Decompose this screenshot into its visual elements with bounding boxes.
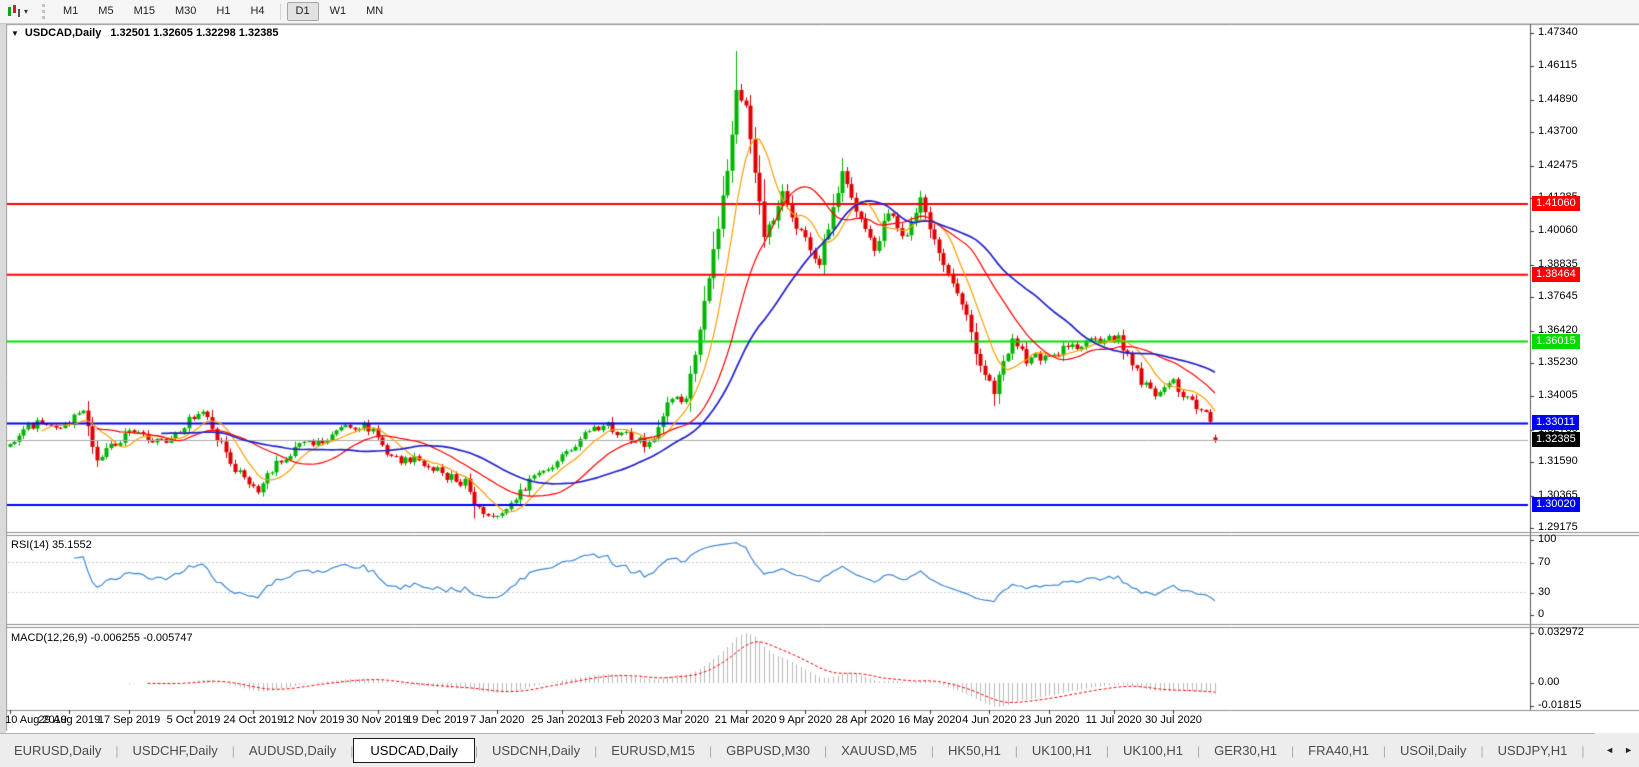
tab-eurusd-m15[interactable]: EURUSD,M15 xyxy=(597,739,709,762)
timeframe-button-h1[interactable]: H1 xyxy=(207,2,239,21)
symbol-tab-bar: EURUSD,Daily | USDCHF,Daily | AUDUSD,Daily | U… xyxy=(0,733,1639,767)
trading-terminal: { "toolbar": { "chart_icon": "candlestic… xyxy=(0,0,1639,767)
collapse-triangle-icon[interactable]: ▼ xyxy=(11,29,19,38)
tab-usoil-daily[interactable]: USOil,Daily xyxy=(1386,739,1480,762)
tabs-scroll-left-icon[interactable]: ◄ xyxy=(1605,745,1614,755)
candlestick-chart-icon[interactable] xyxy=(6,5,21,18)
chart-ohlc-values: 1.32501 1.32605 1.32298 1.32385 xyxy=(110,27,279,39)
toolbar-grip[interactable] xyxy=(42,4,46,19)
tab-usdjpy-h1[interactable]: USDJPY,H1 xyxy=(1484,739,1582,762)
timeframe-button-d1[interactable]: D1 xyxy=(286,2,319,21)
tab-fra40-h1[interactable]: FRA40,H1 xyxy=(1294,739,1383,762)
tab-gbpusd-m30[interactable]: GBPUSD,M30 xyxy=(712,739,824,762)
tabs-scroll-right-icon[interactable]: ► xyxy=(1624,745,1633,755)
timeframe-button-h4[interactable]: H4 xyxy=(241,2,273,21)
macd-indicator-label: MACD(12,26,9) -0.006255 -0.005747 xyxy=(11,632,193,644)
chart-canvas[interactable] xyxy=(0,0,1639,766)
window-edge xyxy=(0,23,6,766)
timeframe-button-mn[interactable]: MN xyxy=(357,2,392,21)
tab-uk100-h1[interactable]: UK100,H1 xyxy=(1109,739,1197,762)
chart-symbol-period: USDCAD,Daily xyxy=(24,27,102,39)
timeframe-button-m1[interactable]: M1 xyxy=(54,2,87,21)
tab-usdcad-daily[interactable]: USDCAD,Daily xyxy=(353,738,475,763)
timeframe-button-m5[interactable]: M5 xyxy=(89,2,122,21)
chart-title: ▼ USDCAD,Daily 1.32501 1.32605 1.32298 1.3… xyxy=(11,27,279,39)
tab-xauusd-m5[interactable]: XAUUSD,M5 xyxy=(827,739,931,762)
timeframe-button-w1[interactable]: W1 xyxy=(321,2,356,21)
tab-hk50-h1[interactable]: HK50,H1 xyxy=(934,739,1015,762)
tab-eurusd-daily[interactable]: EURUSD,Daily xyxy=(0,739,115,762)
tab-uk100-h1[interactable]: UK100,H1 xyxy=(1018,739,1106,762)
tab-audusd-daily[interactable]: AUDUSD,Daily xyxy=(235,739,350,762)
tab-usdchf-daily[interactable]: USDCHF,Daily xyxy=(119,739,232,762)
timeframe-button-m15[interactable]: M15 xyxy=(125,2,164,21)
timeframe-toolbar: ▾ M1 M5 M15 M30 H1 H4 D1 W1 MN xyxy=(0,0,1639,24)
tab-ger30-h1[interactable]: GER30,H1 xyxy=(1200,739,1291,762)
chevron-down-icon[interactable]: ▾ xyxy=(24,7,28,16)
tab-scroll-buttons: ◄ ► xyxy=(1595,733,1639,766)
symbol-tabs: EURUSD,Daily | USDCHF,Daily | AUDUSD,Daily | U… xyxy=(0,738,1639,763)
tab-usdcnh-daily[interactable]: USDCNH,Daily xyxy=(478,739,594,762)
toolbar-separator xyxy=(279,3,281,20)
rsi-indicator-label: RSI(14) 35.1552 xyxy=(11,539,92,551)
timeframe-buttons: M1 M5 M15 M30 H1 H4 D1 W1 MN xyxy=(53,2,393,21)
timeframe-button-m30[interactable]: M30 xyxy=(166,2,205,21)
